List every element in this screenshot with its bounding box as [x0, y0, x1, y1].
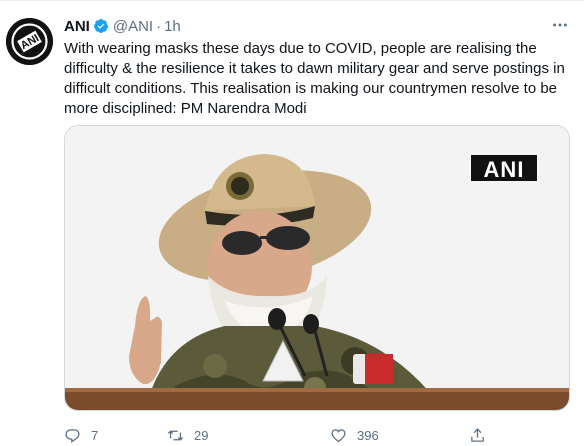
author-name[interactable]: ANI: [64, 18, 90, 35]
reply-icon: [65, 428, 80, 443]
more-icon[interactable]: [550, 15, 570, 35]
retweet-button[interactable]: 29: [167, 427, 208, 444]
like-button[interactable]: 396: [330, 427, 379, 444]
reply-button[interactable]: 7: [64, 427, 98, 444]
separator-dot: ·: [156, 17, 162, 35]
author-handle[interactable]: @ANI: [113, 18, 153, 35]
like-icon: [331, 428, 346, 442]
avatar[interactable]: ANI: [6, 18, 53, 65]
reply-count: 7: [91, 427, 99, 443]
tweet[interactable]: ANI ANI @ANI · 1h With wearing masks the…: [0, 0, 584, 446]
ani-watermark: ANI: [469, 153, 539, 183]
tweet-image[interactable]: ANI: [64, 125, 570, 411]
tweet-header: ANI @ANI · 1h: [64, 16, 181, 36]
retweet-icon: [167, 430, 184, 440]
verified-icon: [93, 18, 109, 34]
tweet-actions: 7 29 396: [64, 425, 534, 445]
tweet-time[interactable]: 1h: [164, 18, 181, 35]
like-count: 396: [357, 427, 379, 443]
share-icon: [471, 427, 484, 442]
share-button[interactable]: [469, 427, 496, 444]
tweet-text: With wearing masks these days due to COV…: [64, 40, 565, 117]
retweet-count: 29: [194, 427, 209, 443]
